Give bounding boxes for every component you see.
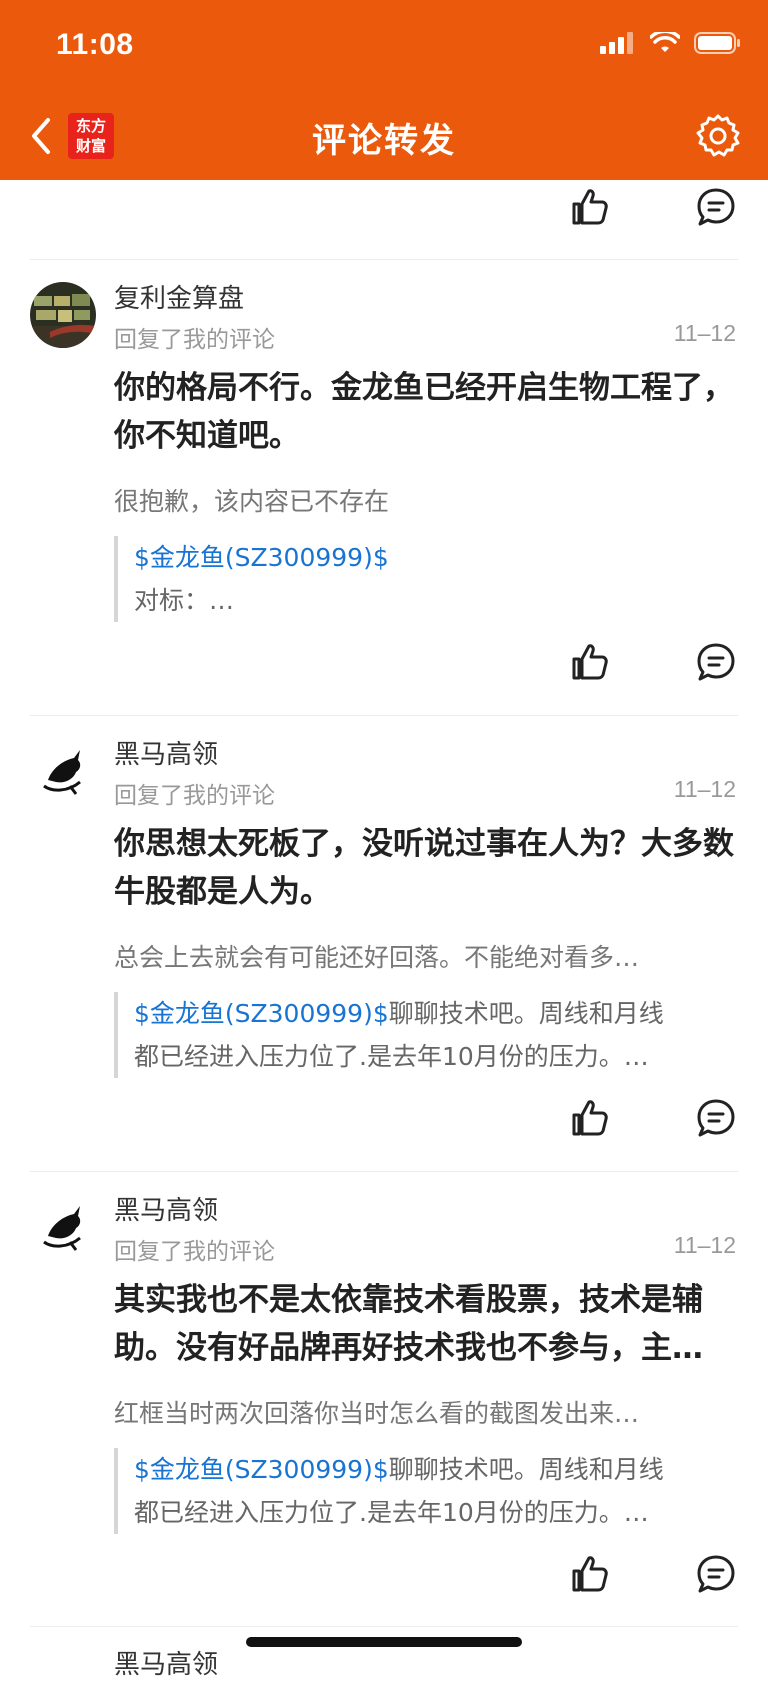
like-thumb-icon[interactable] xyxy=(568,640,612,684)
quote-line-1: $金龙鱼(SZ300999)$ xyxy=(134,536,754,579)
action-row xyxy=(568,640,738,684)
comment-bubble-icon[interactable] xyxy=(694,185,738,229)
avatar-image xyxy=(30,282,96,348)
divider xyxy=(30,1171,738,1172)
username[interactable]: 黑马高领 xyxy=(114,1190,218,1227)
avatar[interactable] xyxy=(30,1194,96,1260)
comment-bubble-icon[interactable] xyxy=(694,1552,738,1596)
quoted-post[interactable]: $金龙鱼(SZ300999)$聊聊技术吧。周线和月线 都已经进入压力位了.是去年… xyxy=(114,992,754,1078)
wifi-icon xyxy=(650,32,680,52)
quoted-post[interactable]: $金龙鱼(SZ300999)$聊聊技术吧。周线和月线 都已经进入压力位了.是去年… xyxy=(114,1448,754,1534)
like-thumb-icon[interactable] xyxy=(568,1552,612,1596)
comment-date: 11–12 xyxy=(673,1232,736,1258)
settings-gear-icon[interactable] xyxy=(694,112,742,160)
like-thumb-icon[interactable] xyxy=(568,1096,612,1140)
app-header: 11:08 东方 财富 评论转发 xyxy=(0,0,768,180)
reply-subtitle: 回复了我的评论 xyxy=(114,327,275,353)
reply-subtitle: 回复了我的评论 xyxy=(114,1239,275,1265)
stock-link[interactable]: $金龙鱼(SZ300999)$ xyxy=(134,999,389,1028)
username[interactable]: 复利金算盘 xyxy=(114,278,244,315)
quote-line-1: $金龙鱼(SZ300999)$聊聊技术吧。周线和月线 xyxy=(134,1448,754,1491)
action-row xyxy=(568,1096,738,1140)
original-reply-text[interactable]: 总会上去就会有可能还好回落。不能绝对看多… xyxy=(114,938,714,974)
divider xyxy=(30,715,738,716)
divider xyxy=(30,259,738,260)
original-reply-text[interactable]: 红框当时两次回落你当时怎么看的截图发出来… xyxy=(114,1394,714,1430)
page-title: 评论转发 xyxy=(312,121,456,161)
comment-text[interactable]: 你的格局不行。金龙鱼已经开启生物工程了，你不知道吧。 xyxy=(114,364,738,460)
quote-text: 聊聊技术吧。周线和月线 xyxy=(388,999,664,1028)
avatar[interactable] xyxy=(30,738,96,804)
quote-line-2: 都已经进入压力位了.是去年10月份的压力。… xyxy=(134,1498,649,1527)
like-thumb-icon[interactable] xyxy=(568,185,612,229)
quote-line-1: $金龙鱼(SZ300999)$聊聊技术吧。周线和月线 xyxy=(134,992,754,1035)
quoted-post[interactable]: $金龙鱼(SZ300999)$ 对标：… xyxy=(114,536,754,622)
status-icons xyxy=(600,32,740,54)
comment-date: 11–12 xyxy=(673,320,736,346)
comment-bubble-icon[interactable] xyxy=(694,1096,738,1140)
action-row xyxy=(568,1552,738,1596)
username[interactable]: 黑马高领 xyxy=(114,734,218,771)
comment-date: 11–12 xyxy=(673,776,736,802)
black-horse-avatar xyxy=(30,738,96,804)
black-horse-avatar xyxy=(30,1194,96,1260)
stock-link[interactable]: $金龙鱼(SZ300999)$ xyxy=(134,1455,389,1484)
reply-subtitle: 回复了我的评论 xyxy=(114,783,275,809)
quote-line-2: 都已经进入压力位了.是去年10月份的压力。… xyxy=(134,1042,649,1071)
action-row xyxy=(568,185,738,229)
original-reply-text[interactable]: 很抱歉，该内容已不存在 xyxy=(114,482,714,518)
comment-bubble-icon[interactable] xyxy=(694,640,738,684)
quote-text: 聊聊技术吧。周线和月线 xyxy=(388,1455,664,1484)
quote-line-2: 对标：… xyxy=(134,586,235,615)
comment-text[interactable]: 你思想太死板了，没听说过事在人为？大多数牛股都是人为。 xyxy=(114,820,738,916)
status-time: 11:08 xyxy=(56,28,134,61)
comment-text[interactable]: 其实我也不是太依靠技术看股票，技术是辅助。没有好品牌再好技术我也不参与，主… xyxy=(114,1276,738,1372)
signal-icon xyxy=(600,32,633,54)
stock-link[interactable]: $金龙鱼(SZ300999)$ xyxy=(134,543,389,572)
home-indicator[interactable] xyxy=(246,1637,522,1647)
avatar[interactable] xyxy=(30,282,96,348)
divider xyxy=(30,1626,738,1627)
battery-icon xyxy=(694,32,740,54)
